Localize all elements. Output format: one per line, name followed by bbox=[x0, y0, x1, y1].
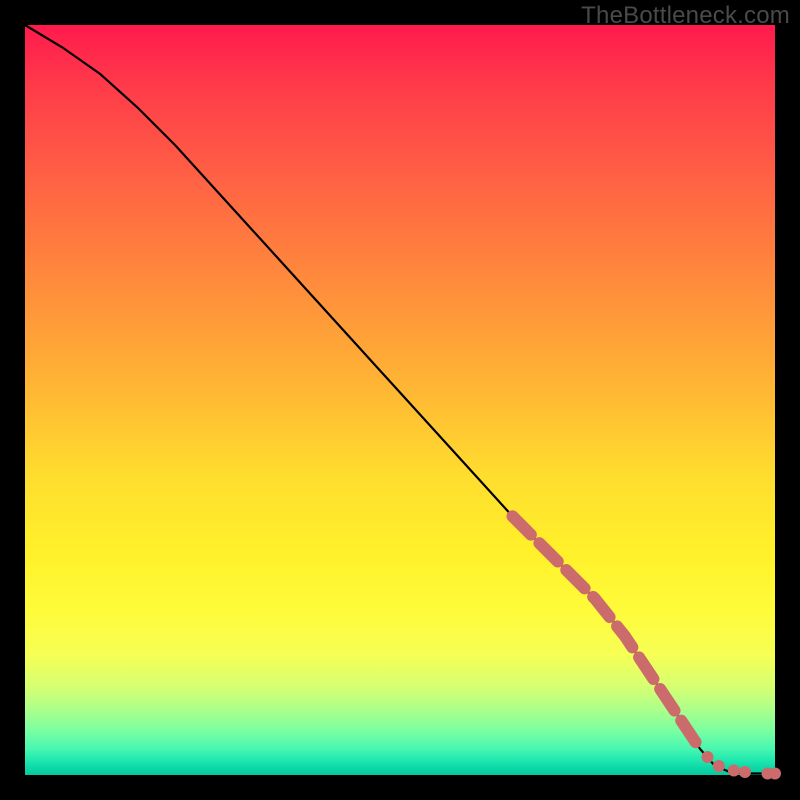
tail-dots bbox=[702, 751, 782, 780]
tail-dot bbox=[769, 768, 781, 780]
tail-dot bbox=[728, 765, 740, 777]
highlight-segment bbox=[513, 516, 701, 749]
tail-dot bbox=[713, 760, 725, 772]
chart-frame: TheBottleneck.com bbox=[0, 0, 800, 800]
tail-dot bbox=[739, 766, 751, 778]
plot-area bbox=[25, 25, 775, 775]
main-curve bbox=[25, 25, 775, 774]
tail-dot bbox=[702, 751, 714, 763]
curve-layer bbox=[25, 25, 775, 775]
